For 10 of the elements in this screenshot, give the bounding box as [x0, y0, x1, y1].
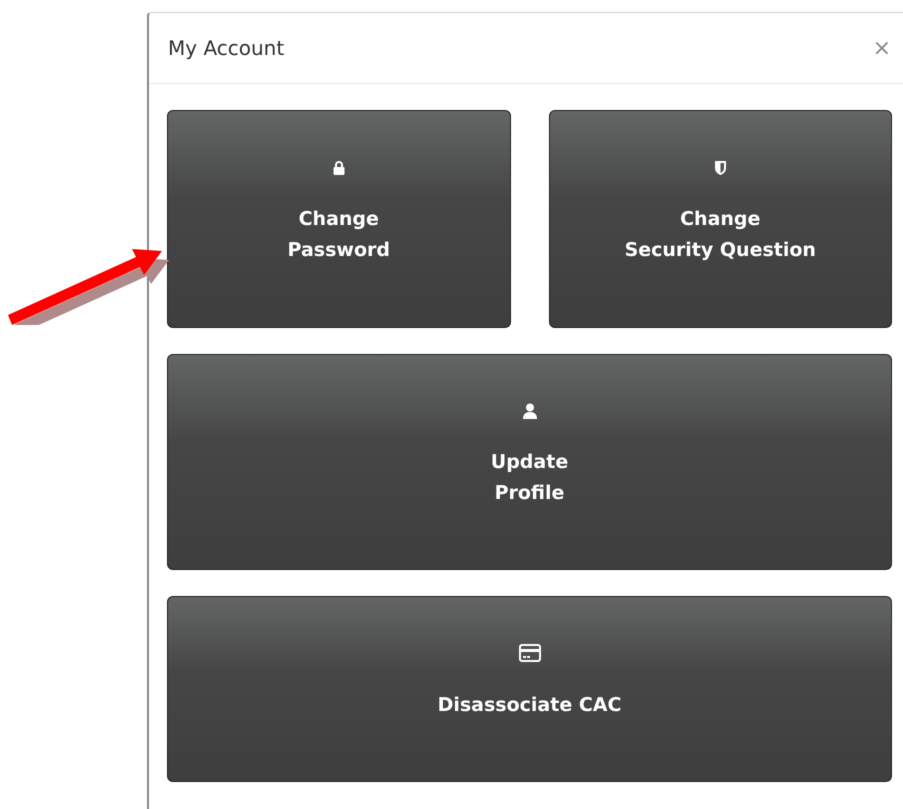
account-tile[interactable]: Change Security Question — [548, 110, 892, 328]
shield-icon — [714, 160, 727, 176]
modal-title: My Account — [168, 36, 284, 60]
lock-icon — [332, 160, 345, 176]
card-icon — [518, 644, 540, 662]
account-tile[interactable]: Update Profile — [167, 354, 892, 570]
user-icon — [522, 402, 538, 418]
account-tile[interactable]: Change Password — [167, 110, 510, 328]
close-button[interactable]: × — [870, 36, 893, 60]
account-tile[interactable]: Disassociate CAC — [167, 596, 892, 782]
